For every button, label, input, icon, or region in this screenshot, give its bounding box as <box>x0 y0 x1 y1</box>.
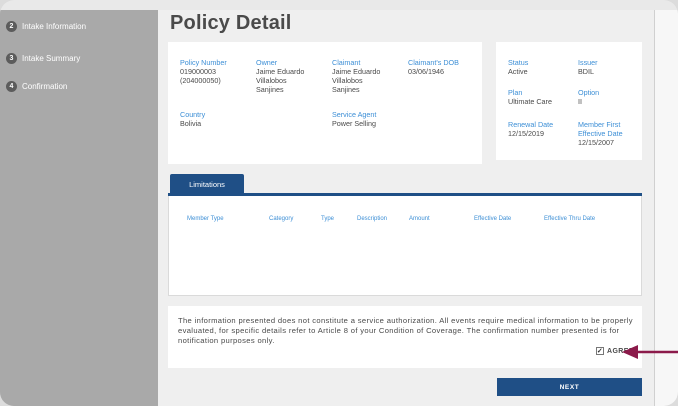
field-label: Plan <box>508 88 523 97</box>
policy-info-card: Policy Number 019000003 (204000050) Owne… <box>168 42 482 164</box>
field-label: Status <box>508 58 529 67</box>
column-header-category: Category <box>269 216 294 222</box>
column-header-member-type: Member Type <box>187 216 224 222</box>
disclaimer-panel: The information presented does not const… <box>168 306 642 368</box>
claimant-field: Claimant Jaime Eduardo Villalobos Sanjin… <box>332 58 380 94</box>
app-window: 2 Intake Information 3 Intake Summary 4 … <box>0 0 678 406</box>
field-value: Active <box>508 67 528 76</box>
column-header-effective-date: Effective Date <box>474 216 512 222</box>
field-label: Country <box>180 110 206 119</box>
field-value: Jaime Eduardo Villalobos Sanjines <box>256 67 305 94</box>
sidebar-step-intake-summary[interactable]: 3 Intake Summary <box>6 53 80 64</box>
field-label: Member First Effective Date <box>578 120 623 138</box>
disclaimer-text: The information presented does not const… <box>178 316 633 345</box>
policy-number-field: Policy Number 019000003 (204000050) <box>180 58 227 85</box>
field-label: Option <box>578 88 600 97</box>
top-strip <box>0 0 678 10</box>
country-field: Country Bolivia <box>180 110 205 128</box>
field-label: Policy Number <box>180 58 227 67</box>
next-button[interactable]: NEXT <box>497 378 642 396</box>
member-first-effective-date-field: Member First Effective Date 12/15/2007 <box>578 120 623 147</box>
field-value: Jaime Eduardo Villalobos Sanjines <box>332 67 381 94</box>
field-label: Owner <box>256 58 278 67</box>
field-value: 12/15/2007 <box>578 138 614 147</box>
step-label: Intake Information <box>22 22 87 31</box>
tab-limitations[interactable]: Limitations <box>170 174 244 194</box>
column-header-amount: Amount <box>409 216 430 222</box>
step-label: Intake Summary <box>22 54 81 63</box>
field-value: II <box>578 97 582 106</box>
issuer-field: Issuer BDIL <box>578 58 598 76</box>
field-label: Service Agent <box>332 110 377 119</box>
column-header-description: Description <box>357 216 388 222</box>
owner-field: Owner Jaime Eduardo Villalobos Sanjines <box>256 58 304 94</box>
main-content: Policy Detail Policy Number 019000003 (2… <box>158 10 654 406</box>
step-number-badge: 4 <box>6 81 17 92</box>
checkmark-icon: ✓ <box>596 347 604 355</box>
status-field: Status Active <box>508 58 528 76</box>
service-agent-field: Service Agent Power Selling <box>332 110 376 128</box>
field-label: Issuer <box>578 58 598 67</box>
plan-field: Plan Ultimate Care <box>508 88 552 106</box>
step-number-badge: 2 <box>6 21 17 32</box>
claimant-dob-field: Claimant's DOB 03/06/1946 <box>408 58 459 76</box>
renewal-date-field: Renewal Date 12/15/2019 <box>508 120 553 138</box>
sidebar-step-intake-information[interactable]: 2 Intake Information <box>6 21 86 32</box>
sidebar-step-confirmation[interactable]: 4 Confirmation <box>6 81 67 92</box>
column-header-effective-thru-date: Effective Thru Date <box>544 216 596 222</box>
option-field: Option II <box>578 88 599 106</box>
page-title: Policy Detail <box>170 12 292 34</box>
field-value: Ultimate Care <box>508 97 552 106</box>
field-value: BDIL <box>578 67 594 76</box>
pointer-arrow-icon <box>622 345 678 359</box>
field-label: Claimant's DOB <box>408 58 459 67</box>
field-label: Claimant <box>332 58 361 67</box>
step-label: Confirmation <box>22 82 68 91</box>
field-value: 019000003 (204000050) <box>180 67 221 85</box>
field-value: 03/06/1946 <box>408 67 444 76</box>
field-label: Renewal Date <box>508 120 554 129</box>
step-number-badge: 3 <box>6 53 17 64</box>
sidebar: 2 Intake Information 3 Intake Summary 4 … <box>0 10 158 406</box>
field-value: Bolivia <box>180 119 202 128</box>
column-header-type: Type <box>321 216 335 222</box>
status-card: Status Active Issuer BDIL Plan Ultimate … <box>496 42 642 160</box>
field-value: 12/15/2019 <box>508 129 544 138</box>
limitations-table: Member Type Category Type Description Am… <box>168 196 642 296</box>
field-value: Power Selling <box>332 119 376 128</box>
